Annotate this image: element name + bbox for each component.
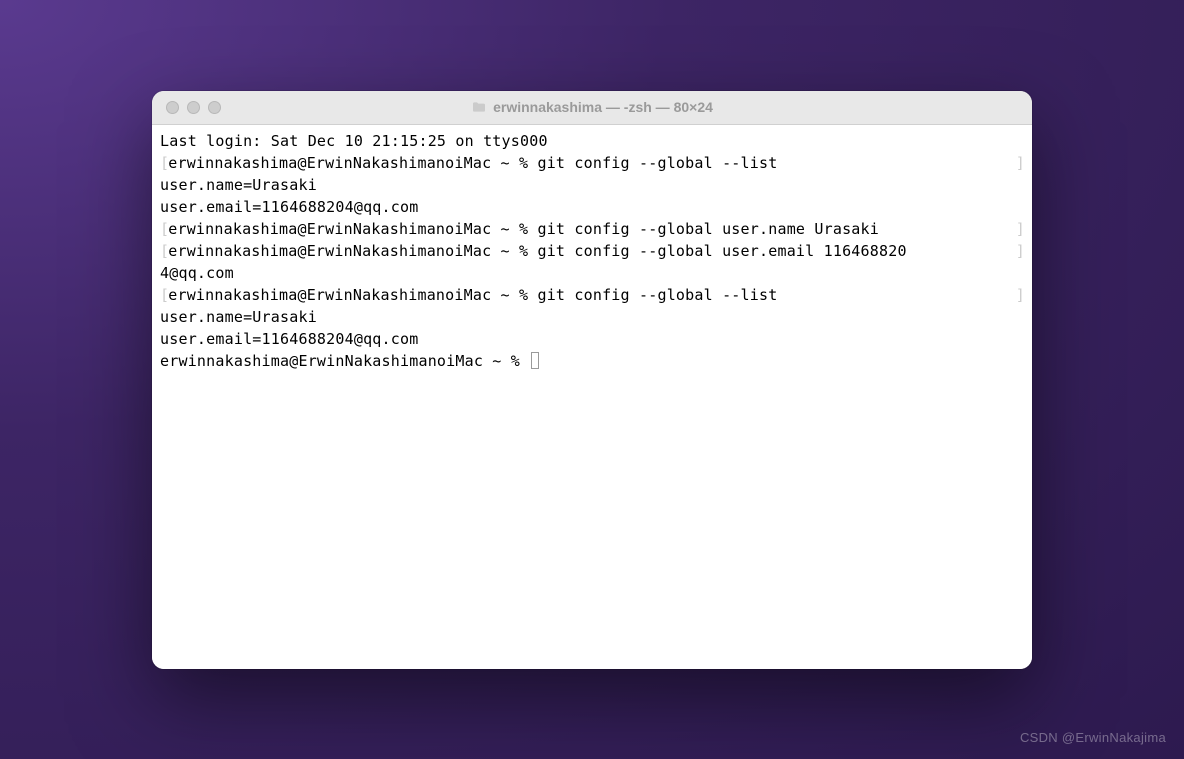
- window-title: erwinnakashima — -zsh — 80×24: [152, 99, 1032, 115]
- minimize-icon[interactable]: [187, 101, 200, 114]
- terminal-line: user.email=1164688204@qq.com: [160, 328, 1024, 350]
- terminal-line: [erwinnakashima@ErwinNakashimanoiMac ~ %…: [160, 284, 1024, 306]
- terminal-line: user.email=1164688204@qq.com: [160, 196, 1024, 218]
- close-icon[interactable]: [166, 101, 179, 114]
- terminal-content[interactable]: Last login: Sat Dec 10 21:15:25 on ttys0…: [152, 125, 1032, 669]
- terminal-line: Last login: Sat Dec 10 21:15:25 on ttys0…: [160, 130, 1024, 152]
- terminal-line: erwinnakashima@ErwinNakashimanoiMac ~ %: [160, 350, 1024, 372]
- terminal-window: erwinnakashima — -zsh — 80×24 Last login…: [152, 91, 1032, 669]
- window-title-text: erwinnakashima — -zsh — 80×24: [493, 99, 713, 115]
- window-titlebar[interactable]: erwinnakashima — -zsh — 80×24: [152, 91, 1032, 125]
- terminal-line: [erwinnakashima@ErwinNakashimanoiMac ~ %…: [160, 218, 1024, 240]
- maximize-icon[interactable]: [208, 101, 221, 114]
- terminal-line: user.name=Urasaki: [160, 174, 1024, 196]
- terminal-line: [erwinnakashima@ErwinNakashimanoiMac ~ %…: [160, 152, 1024, 174]
- terminal-line: user.name=Urasaki: [160, 306, 1024, 328]
- folder-icon: [471, 99, 487, 115]
- terminal-line: 4@qq.com: [160, 262, 1024, 284]
- watermark-text: CSDN @ErwinNakajima: [1020, 730, 1166, 745]
- terminal-line: [erwinnakashima@ErwinNakashimanoiMac ~ %…: [160, 240, 1024, 262]
- cursor-icon: [531, 352, 539, 369]
- traffic-lights: [152, 101, 221, 114]
